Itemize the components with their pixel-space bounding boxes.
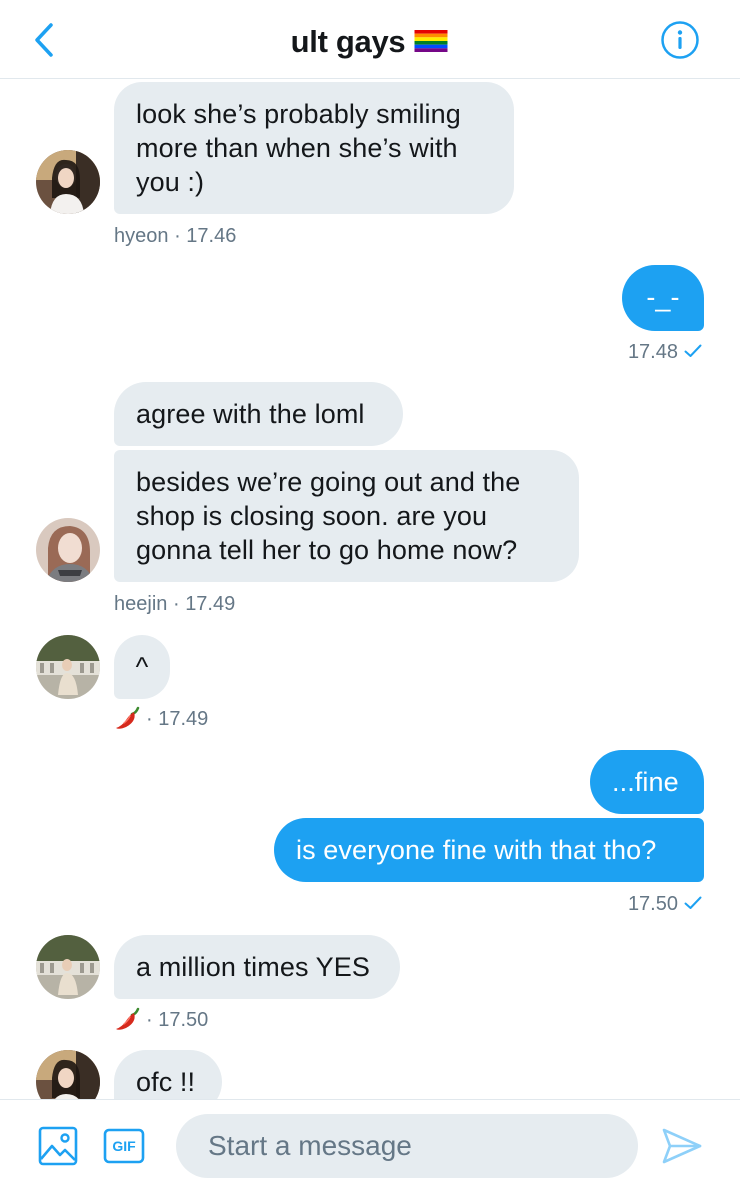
checkmark-icon [684,896,702,910]
message-bubble-outgoing[interactable]: ...fine [590,750,704,814]
add-gif-button[interactable]: GIF [103,1128,145,1164]
message-meta: 17.50 [628,892,702,916]
meta-separator: · [146,708,153,730]
message-meta: · 17.49 [114,706,209,731]
message-time: 17.50 [158,1009,209,1031]
rainbow-flag-icon [414,29,448,52]
message-bubble-incoming[interactable]: besides we’re going out and the shop is … [114,450,579,582]
message-bubble-incoming[interactable]: look she’s probably smiling more than wh… [114,82,514,214]
message-time: 17.49 [158,708,209,730]
send-button[interactable] [660,1124,704,1168]
sender-name: hyeon [114,225,169,247]
sender-name: heejin [114,593,168,615]
message-meta: hyeon · 17.46 [114,224,236,248]
message-bubble-incoming[interactable]: ^ [114,635,170,699]
meta-separator: · [146,1009,153,1031]
info-icon [661,21,699,59]
checkmark-icon [684,344,702,358]
message-bubble-incoming[interactable]: ofc !! [114,1050,222,1099]
dm-conversation-screen: ult gays look she’s probably smiling mor… [0,0,740,1200]
avatar-heejin[interactable] [36,518,100,582]
gif-label: GIF [112,1138,136,1154]
message-meta: heejin · 17.49 [114,592,235,616]
add-photo-button[interactable] [38,1126,78,1166]
message-list[interactable]: look she’s probably smiling more than wh… [0,79,740,1099]
avatar-chili-user[interactable] [36,935,100,999]
send-icon [662,1128,702,1164]
message-time: 17.49 [185,593,236,615]
conversation-title-text: ult gays [290,24,406,59]
avatar-hyeon[interactable] [36,150,100,214]
message-bubble-incoming[interactable]: a million times YES [114,935,400,999]
chili-pepper-icon [116,706,140,729]
message-composer: GIF [0,1099,740,1200]
avatar-chili-user[interactable] [36,635,100,699]
image-icon [38,1126,78,1166]
meta-separator: · [172,593,180,615]
conversation-info-button[interactable] [660,20,700,60]
message-input[interactable] [176,1114,638,1178]
message-meta: · 17.50 [114,1007,209,1032]
message-bubble-outgoing[interactable]: -_- [622,265,704,331]
message-bubble-incoming[interactable]: agree with the loml [114,382,403,446]
message-time: 17.46 [186,225,237,247]
conversation-header: ult gays [0,0,740,79]
message-time: 17.48 [627,341,678,363]
message-time: 17.50 [627,893,678,915]
meta-separator: · [174,225,181,247]
chili-pepper-icon [116,1007,140,1030]
message-meta: 17.48 [628,340,702,364]
message-bubble-outgoing[interactable]: is everyone fine with that tho? [274,818,704,882]
avatar-hyeon[interactable] [36,1050,100,1099]
conversation-title[interactable]: ult gays [0,22,740,62]
